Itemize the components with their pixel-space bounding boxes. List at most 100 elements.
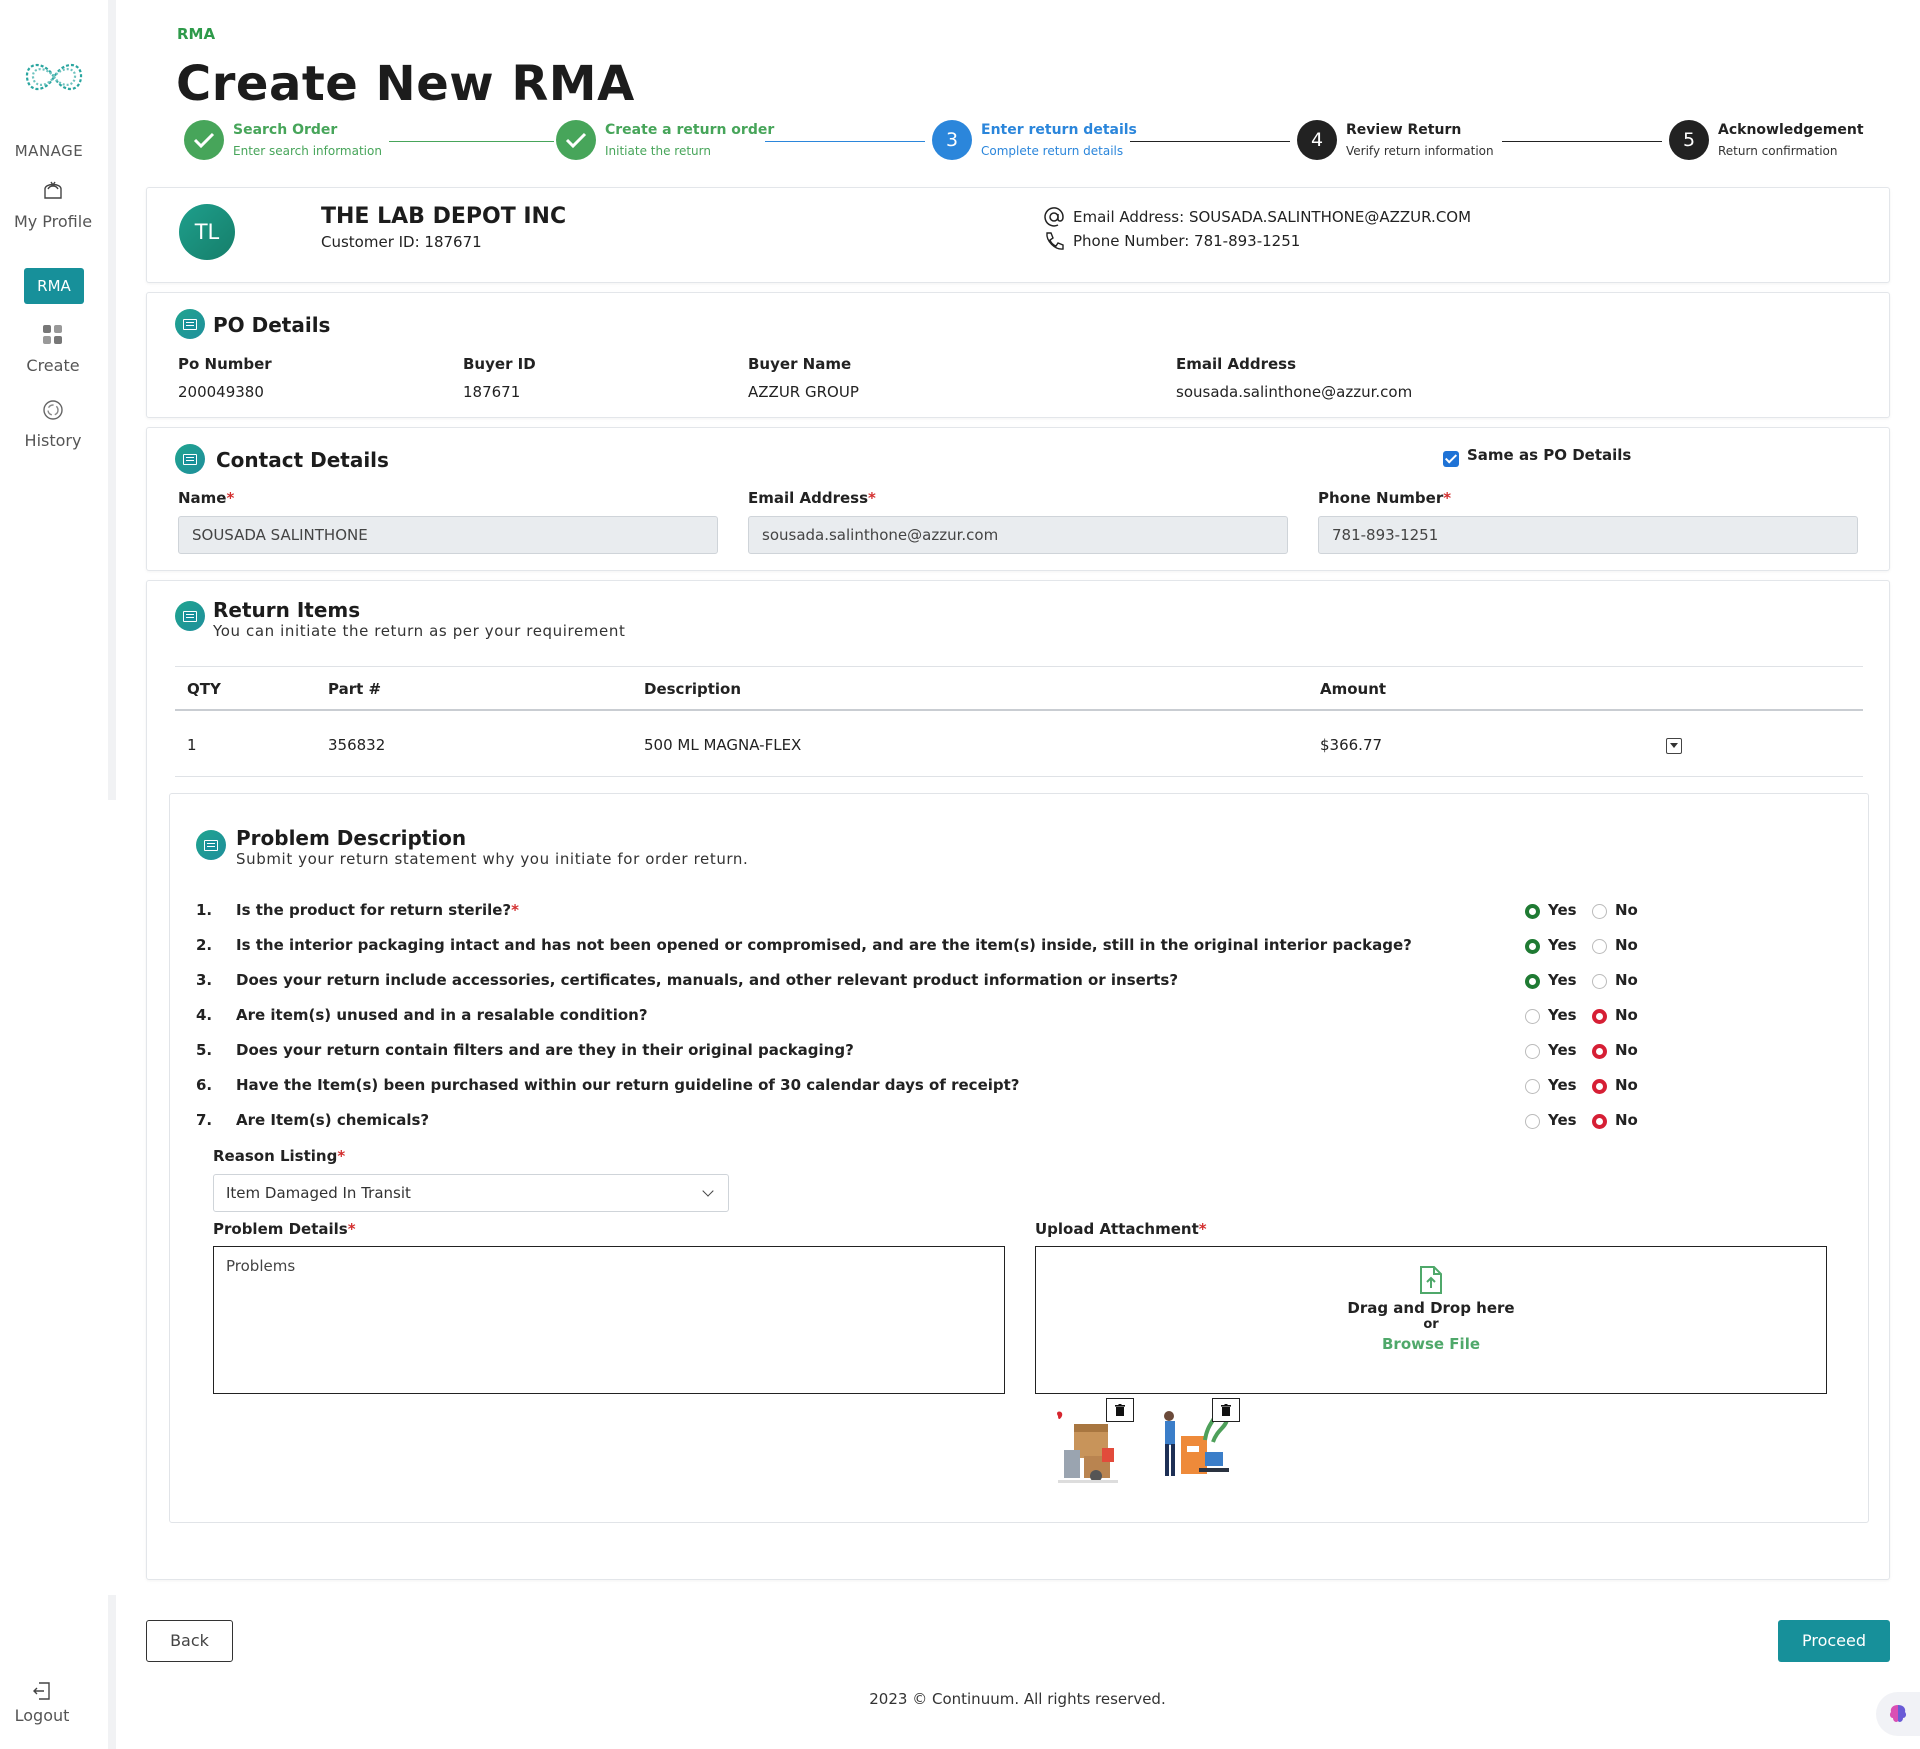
back-button[interactable]: Back: [146, 1620, 233, 1662]
step-connector: [389, 141, 554, 142]
yes-radio[interactable]: [1525, 1044, 1540, 1059]
chevron-down-icon: [702, 1185, 714, 1197]
yes-radio[interactable]: [1525, 939, 1540, 954]
sidebar-item-label: History: [24, 431, 82, 450]
table-divider: [175, 709, 1863, 711]
delete-attachment-button[interactable]: [1212, 1398, 1240, 1422]
no-radio[interactable]: [1592, 1009, 1607, 1024]
question-text: Is the product for return sterile?*: [236, 901, 519, 919]
email-label: Email Address*: [748, 489, 876, 507]
no-radio[interactable]: [1592, 904, 1607, 919]
grid-icon: [43, 325, 62, 344]
delete-attachment-button[interactable]: [1106, 1398, 1134, 1422]
browse-file-link[interactable]: Browse File: [1036, 1335, 1826, 1353]
customer-phone: Phone Number: 781-893-1251: [1073, 232, 1301, 250]
column-header-amount: Amount: [1320, 680, 1387, 698]
step-number: 5: [1669, 120, 1709, 160]
step-subtitle: Verify return information: [1346, 144, 1494, 158]
yes-radio[interactable]: [1525, 904, 1540, 919]
no-radio[interactable]: [1592, 1044, 1607, 1059]
avatar: TL: [179, 204, 235, 260]
breadcrumb[interactable]: RMA: [177, 25, 215, 43]
assistant-button[interactable]: [1876, 1692, 1920, 1736]
yes-radio[interactable]: [1525, 1114, 1540, 1129]
yes-radio[interactable]: [1525, 1079, 1540, 1094]
table-divider: [175, 776, 1863, 777]
same-as-po-checkbox[interactable]: [1443, 451, 1459, 467]
file-upload-icon: [1420, 1266, 1442, 1294]
no-radio[interactable]: [1592, 1114, 1607, 1129]
phone-icon: [1046, 232, 1064, 250]
no-label: No: [1615, 1111, 1638, 1129]
return-items-card: Return Items You can initiate the return…: [146, 580, 1890, 1580]
step-title: Search Order: [233, 122, 338, 138]
upload-dropzone[interactable]: Drag and Drop here or Browse File: [1035, 1246, 1827, 1394]
problem-details-textarea[interactable]: Problems: [213, 1246, 1005, 1394]
buyer-id-value: 187671: [463, 383, 521, 401]
no-radio[interactable]: [1592, 1079, 1607, 1094]
yes-label: Yes: [1548, 901, 1577, 919]
sidebar-rma-badge[interactable]: RMA: [24, 268, 84, 304]
document-icon: [196, 830, 226, 860]
po-email-label: Email Address: [1176, 355, 1297, 373]
question-text: Are item(s) unused and in a resalable co…: [236, 1006, 648, 1024]
no-radio[interactable]: [1592, 939, 1607, 954]
question-text: Does your return contain filters and are…: [236, 1041, 854, 1059]
page-title: Create New RMA: [176, 56, 635, 112]
name-label: Name*: [178, 489, 235, 507]
row-qty: 1: [187, 736, 197, 754]
column-header-description: Description: [644, 680, 742, 698]
expand-row-icon[interactable]: [1666, 738, 1682, 754]
sidebar-item-create[interactable]: Create: [0, 322, 106, 375]
step-title: Review Return: [1346, 122, 1462, 138]
question-number: 2.: [196, 936, 213, 954]
no-radio[interactable]: [1592, 974, 1607, 989]
continuum-logo: [25, 63, 83, 91]
phone-field[interactable]: 781-893-1251: [1318, 516, 1858, 554]
yes-radio[interactable]: [1525, 1009, 1540, 1024]
check-icon: [556, 120, 596, 160]
sidebar-item-my-profile[interactable]: My Profile: [0, 178, 106, 231]
footer-copyright: 2023 © Continuum. All rights reserved.: [869, 1690, 1166, 1708]
step-title: Acknowledgement: [1718, 122, 1864, 138]
step-title: Create a return order: [605, 122, 775, 138]
po-details-card: PO Details Po Number 200049380 Buyer ID …: [146, 292, 1890, 418]
document-icon: [175, 444, 205, 474]
buyer-id-label: Buyer ID: [463, 355, 536, 373]
at-sign-icon: [1044, 207, 1064, 227]
progress-stepper: Search Order Enter search information Cr…: [184, 120, 1864, 164]
step-number: 4: [1297, 120, 1337, 160]
no-label: No: [1615, 936, 1638, 954]
brain-icon: [1889, 1705, 1907, 1722]
contact-details-card: Contact Details Same as PO Details Name*…: [146, 427, 1890, 571]
section-subtitle: Submit your return statement why you ini…: [236, 850, 749, 868]
reason-select[interactable]: Item Damaged In Transit: [213, 1174, 729, 1212]
reason-selected-value: Item Damaged In Transit: [226, 1184, 411, 1202]
history-icon: [43, 400, 63, 420]
sidebar-divider: [108, 0, 116, 800]
or-text: or: [1423, 1317, 1439, 1332]
yes-label: Yes: [1548, 1041, 1577, 1059]
yes-radio[interactable]: [1525, 974, 1540, 989]
step-connector: [1502, 141, 1662, 142]
profile-icon: [44, 181, 62, 199]
customer-card: TL THE LAB DEPOT INC Customer ID: 187671…: [146, 187, 1890, 283]
customer-email: Email Address: SOUSADA.SALINTHONE@AZZUR.…: [1073, 208, 1472, 226]
column-header-part: Part #: [328, 680, 382, 698]
check-icon: [184, 120, 224, 160]
document-icon: [175, 309, 205, 339]
email-field[interactable]: sousada.salinthone@azzur.com: [748, 516, 1288, 554]
sidebar-item-history[interactable]: History: [0, 397, 106, 450]
section-title: Problem Description: [236, 826, 467, 850]
question-number: 1.: [196, 901, 213, 919]
no-label: No: [1615, 1041, 1638, 1059]
name-field[interactable]: SOUSADA SALINTHONE: [178, 516, 718, 554]
proceed-button[interactable]: Proceed: [1778, 1620, 1890, 1662]
no-label: No: [1615, 901, 1638, 919]
no-label: No: [1615, 1006, 1638, 1024]
problem-details-label: Problem Details*: [213, 1220, 356, 1238]
question-number: 6.: [196, 1076, 213, 1094]
po-number-label: Po Number: [178, 355, 272, 373]
yes-label: Yes: [1548, 1076, 1577, 1094]
reason-label: Reason Listing*: [213, 1147, 346, 1165]
